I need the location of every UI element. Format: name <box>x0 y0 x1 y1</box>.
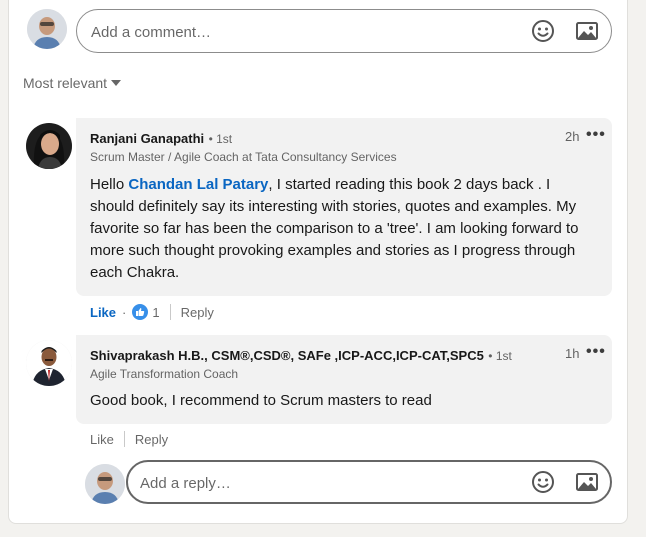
more-options-icon[interactable]: ••• <box>586 343 606 361</box>
comment-actions: Like · 1 Reply <box>90 304 214 320</box>
reply-button[interactable]: Reply <box>181 305 214 320</box>
reply-input-box[interactable] <box>126 460 612 504</box>
comment-text-part: Hello <box>90 176 129 193</box>
commenter-headline: Scrum Master / Agile Coach at Tata Consu… <box>90 150 397 164</box>
comment-actions: Like Reply <box>90 431 168 447</box>
comment-text: Hello Chandan Lal Patary, I started read… <box>90 174 580 284</box>
connection-degree: • 1st <box>488 349 512 363</box>
comment-input-box[interactable] <box>76 9 612 53</box>
like-button[interactable]: Like <box>90 432 114 447</box>
comment-time: 2h <box>565 129 580 144</box>
comment-time: 1h <box>565 346 580 361</box>
comments-card: Most relevant Ranjani Ganapathi • 1st Sc… <box>8 0 628 524</box>
comment-bubble: Ranjani Ganapathi • 1st Scrum Master / A… <box>76 118 612 296</box>
commenter-name[interactable]: Shivaprakash H.B., CSM®,CSD®, SAFe ,ICP-… <box>90 348 484 363</box>
comment-bubble: Shivaprakash H.B., CSM®,CSD®, SAFe ,ICP-… <box>76 335 612 424</box>
sort-dropdown[interactable]: Most relevant <box>23 75 122 91</box>
separator-dot: · <box>122 304 127 320</box>
current-user-avatar[interactable] <box>85 464 125 504</box>
emoji-icon[interactable] <box>530 18 556 44</box>
mention-link[interactable]: Chandan Lal Patary <box>128 176 268 193</box>
commenter-name[interactable]: Ranjani Ganapathi <box>90 131 204 146</box>
more-options-icon[interactable]: ••• <box>586 126 606 144</box>
caret-down-icon <box>111 80 122 86</box>
commenter-avatar[interactable] <box>26 340 72 386</box>
current-user-avatar[interactable] <box>27 9 67 49</box>
comment-text: Good book, I recommend to Scrum masters … <box>90 392 432 409</box>
divider <box>169 304 171 320</box>
thumbs-up-icon[interactable] <box>132 304 149 320</box>
divider <box>123 431 125 447</box>
comment-input[interactable] <box>89 19 473 45</box>
reply-button[interactable]: Reply <box>135 432 168 447</box>
emoji-icon[interactable] <box>530 469 556 495</box>
sort-label: Most relevant <box>23 75 108 91</box>
commenter-headline: Agile Transformation Coach <box>90 367 239 381</box>
like-button[interactable]: Like <box>90 305 116 320</box>
reaction-count[interactable]: 1 <box>152 305 159 320</box>
image-icon[interactable] <box>574 18 600 44</box>
image-icon[interactable] <box>574 469 600 495</box>
connection-degree: • 1st <box>208 132 233 146</box>
reply-input[interactable] <box>138 470 502 496</box>
commenter-avatar[interactable] <box>26 123 72 169</box>
